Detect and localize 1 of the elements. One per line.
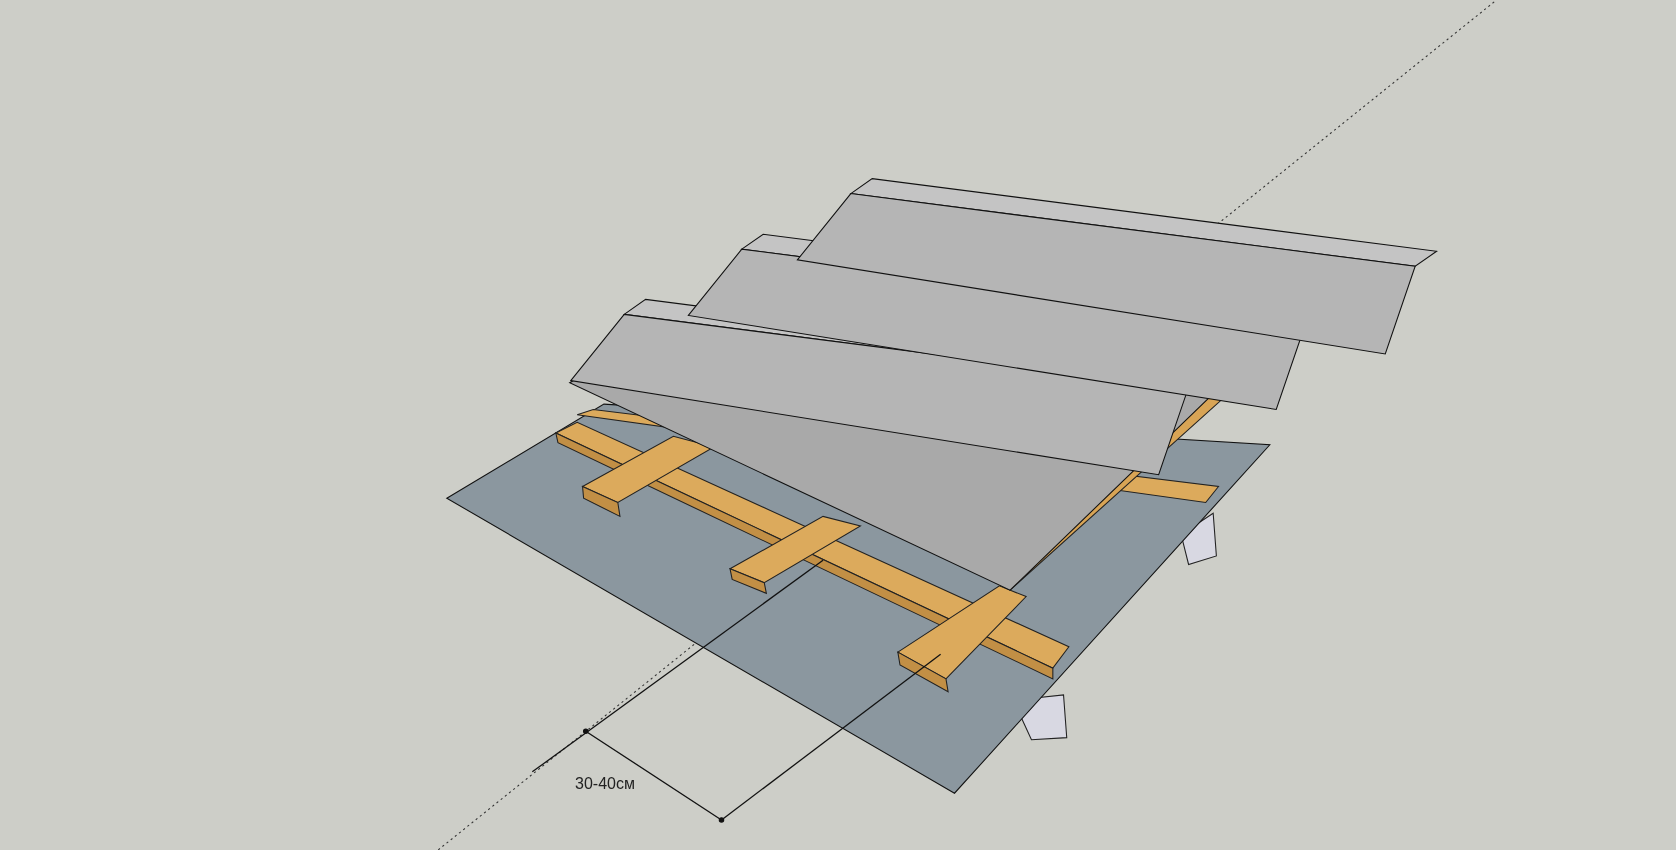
dimension-label: 30-40см <box>575 773 636 792</box>
